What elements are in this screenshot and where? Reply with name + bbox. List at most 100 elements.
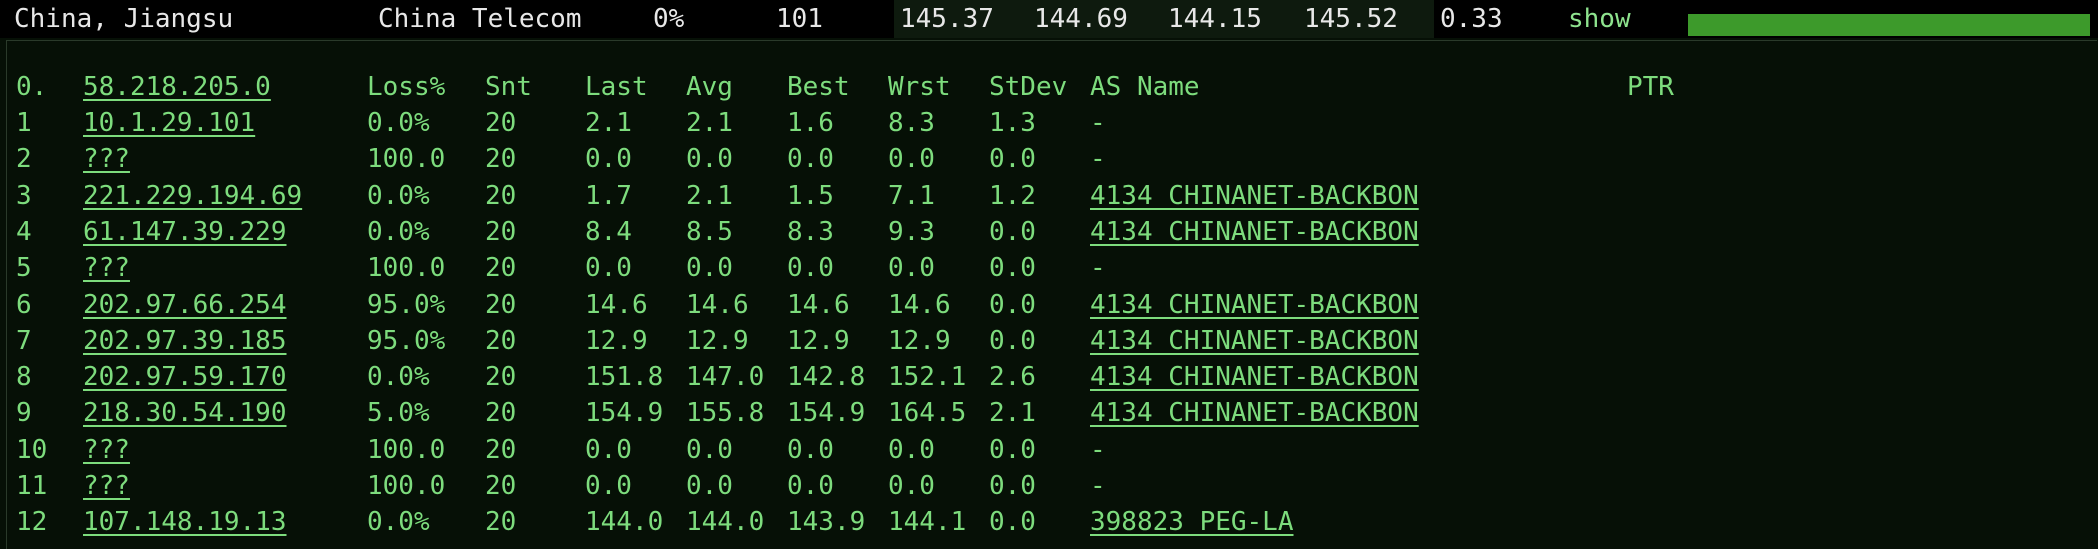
table-row: 2??? 100.0 20 0.0 0.0 0.0 0.0 0.0 - bbox=[7, 141, 2097, 177]
hop-stdev: 0.0 bbox=[989, 507, 1036, 538]
hop-as-name[interactable]: 4134 CHINANET-BACKBON bbox=[1090, 178, 1419, 214]
hop-last: 2.1 bbox=[585, 108, 632, 138]
hop-best: 154.9 bbox=[787, 398, 866, 429]
hop-as-name[interactable]: 4134 CHINANET-BACKBON bbox=[1090, 323, 1419, 359]
hop-loss: 0.0% bbox=[367, 216, 430, 247]
header-hop: 0. bbox=[16, 72, 48, 102]
hop-snt: 20 bbox=[485, 434, 517, 465]
hop-hop: 7 bbox=[16, 325, 32, 356]
hop-hop: 6 bbox=[16, 289, 32, 320]
hop-host[interactable]: ??? bbox=[83, 468, 130, 504]
table-row: 7 202.97.39.185 95.0% 20 12.9 12.9 12.9 12.9 0.0… bbox=[7, 323, 2097, 359]
hop-hop: 10 bbox=[16, 434, 48, 465]
hop-stdev: 2.6 bbox=[989, 362, 1036, 393]
hop-as-name[interactable]: 4134 CHINANET-BACKBON bbox=[1090, 359, 1419, 395]
hop-avg: 2.1 bbox=[686, 180, 733, 211]
hop-host[interactable]: 202.97.66.254 bbox=[83, 287, 287, 323]
hop-host[interactable]: ??? bbox=[83, 141, 130, 177]
summary-snt: 101 bbox=[776, 4, 823, 34]
hop-as-name[interactable]: 4134 CHINANET-BACKBON bbox=[1090, 214, 1419, 250]
hop-last: 0.0 bbox=[585, 471, 632, 501]
table-row: 3 221.229.194.69 0.0% 20 1.7 2.1 1.5 7.1 1.2 4134… bbox=[7, 178, 2097, 214]
hop-last: 1.7 bbox=[585, 180, 632, 211]
hop-last: 0.0 bbox=[585, 144, 632, 175]
table-row: 11??? 100.0 20 0.0 0.0 0.0 0.0 0.0 - bbox=[7, 468, 2097, 504]
hop-host[interactable]: ??? bbox=[83, 250, 130, 286]
hop-best: 0.0 bbox=[787, 471, 834, 501]
hop-host[interactable]: 107.148.19.13 bbox=[83, 504, 287, 540]
hop-hop: 4 bbox=[16, 216, 32, 247]
hop-snt: 20 bbox=[485, 253, 517, 284]
hop-hop: 11 bbox=[16, 471, 48, 501]
summary-worst: 145.52 bbox=[1304, 4, 1398, 34]
hop-as-name[interactable]: 398823 PEG-LA bbox=[1090, 504, 1294, 540]
hop-last: 144.0 bbox=[585, 507, 664, 538]
hop-hop: 5 bbox=[16, 253, 32, 284]
hop-as-name[interactable]: 4134 CHINANET-BACKBON bbox=[1090, 395, 1419, 431]
hop-host[interactable]: 10.1.29.101 bbox=[83, 105, 255, 141]
hop-last: 8.4 bbox=[585, 216, 632, 247]
hop-host[interactable]: 202.97.39.185 bbox=[83, 323, 287, 359]
table-row: 12 107.148.19.13 0.0% 20 144.0 144.0 143.9 144.… bbox=[7, 504, 2097, 540]
summary-bar: China, Jiangsu China Telecom 0% 101 145.… bbox=[0, 0, 2098, 38]
hop-wrst: 164.5 bbox=[888, 398, 967, 429]
hop-last: 0.0 bbox=[585, 434, 632, 465]
hop-snt: 20 bbox=[485, 180, 517, 211]
hop-hop: 8 bbox=[16, 362, 32, 393]
hop-as-name: - bbox=[1090, 108, 1106, 138]
show-link[interactable]: show bbox=[1568, 2, 1631, 36]
hop-avg: 0.0 bbox=[686, 471, 733, 501]
hop-stdev: 1.2 bbox=[989, 180, 1036, 211]
hop-as-name[interactable]: 4134 CHINANET-BACKBON bbox=[1090, 287, 1419, 323]
hop-wrst: 0.0 bbox=[888, 434, 935, 465]
hop-as-name: - bbox=[1090, 253, 1106, 284]
hop-best: 12.9 bbox=[787, 325, 850, 356]
hop-snt: 20 bbox=[485, 325, 517, 356]
header-as-name: AS Name bbox=[1090, 72, 1200, 102]
hop-stdev: 0.0 bbox=[989, 325, 1036, 356]
header-loss: Loss% bbox=[367, 72, 446, 102]
summary-loss: 0% bbox=[653, 4, 685, 34]
hop-last: 154.9 bbox=[585, 398, 664, 429]
hop-snt: 20 bbox=[485, 216, 517, 247]
hop-wrst: 14.6 bbox=[888, 289, 951, 320]
hop-host[interactable]: ??? bbox=[83, 432, 130, 468]
hop-wrst: 0.0 bbox=[888, 253, 935, 284]
hop-best: 1.6 bbox=[787, 108, 834, 138]
traceroute-panel: 0. 58.218.205.0 Loss% Snt Last Avg Best … bbox=[6, 40, 2097, 549]
table-row: 9 218.30.54.190 5.0% 20 154.9 155.8 154.9 164.5… bbox=[7, 395, 2097, 431]
hop-avg: 0.0 bbox=[686, 253, 733, 284]
hop-loss: 0.0% bbox=[367, 108, 430, 138]
hop-host[interactable]: 218.30.54.190 bbox=[83, 395, 287, 431]
hop-stdev: 2.1 bbox=[989, 398, 1036, 429]
hop-host[interactable]: 221.229.194.69 bbox=[83, 178, 302, 214]
hop-stdev: 1.3 bbox=[989, 108, 1036, 138]
hop-snt: 20 bbox=[485, 144, 517, 175]
hop-avg: 14.6 bbox=[686, 289, 749, 320]
table-row: 5??? 100.0 20 0.0 0.0 0.0 0.0 0.0 - bbox=[7, 250, 2097, 286]
hop-host[interactable]: 61.147.39.229 bbox=[83, 214, 287, 250]
hop-loss: 100.0 bbox=[367, 253, 446, 284]
hop-host[interactable]: 202.97.59.170 bbox=[83, 359, 287, 395]
hop-best: 142.8 bbox=[787, 362, 866, 393]
summary-stdev: 0.33 bbox=[1440, 4, 1503, 34]
header-snt: Snt bbox=[485, 72, 532, 102]
hop-wrst: 0.0 bbox=[888, 471, 935, 501]
header-avg: Avg bbox=[686, 72, 733, 102]
table-row: 1 10.1.29.101 0.0% 20 2.1 2.1 1.6 8.3 1.3 - bbox=[7, 105, 2097, 141]
hop-last: 0.0 bbox=[585, 253, 632, 284]
hop-hop: 1 bbox=[16, 108, 32, 138]
hop-snt: 20 bbox=[485, 398, 517, 429]
hop-loss: 100.0 bbox=[367, 434, 446, 465]
hop-best: 0.0 bbox=[787, 144, 834, 175]
table-row: 6 202.97.66.254 95.0% 20 14.6 14.6 14.6 14.6 0.0… bbox=[7, 287, 2097, 323]
hop-wrst: 7.1 bbox=[888, 180, 935, 211]
hop-wrst: 152.1 bbox=[888, 362, 967, 393]
hop-avg: 12.9 bbox=[686, 325, 749, 356]
header-last: Last bbox=[585, 72, 648, 102]
hop-hop: 9 bbox=[16, 398, 32, 429]
hop-best: 0.0 bbox=[787, 253, 834, 284]
hop-snt: 20 bbox=[485, 362, 517, 393]
header-host[interactable]: 58.218.205.0 bbox=[83, 69, 271, 105]
hop-best: 0.0 bbox=[787, 434, 834, 465]
